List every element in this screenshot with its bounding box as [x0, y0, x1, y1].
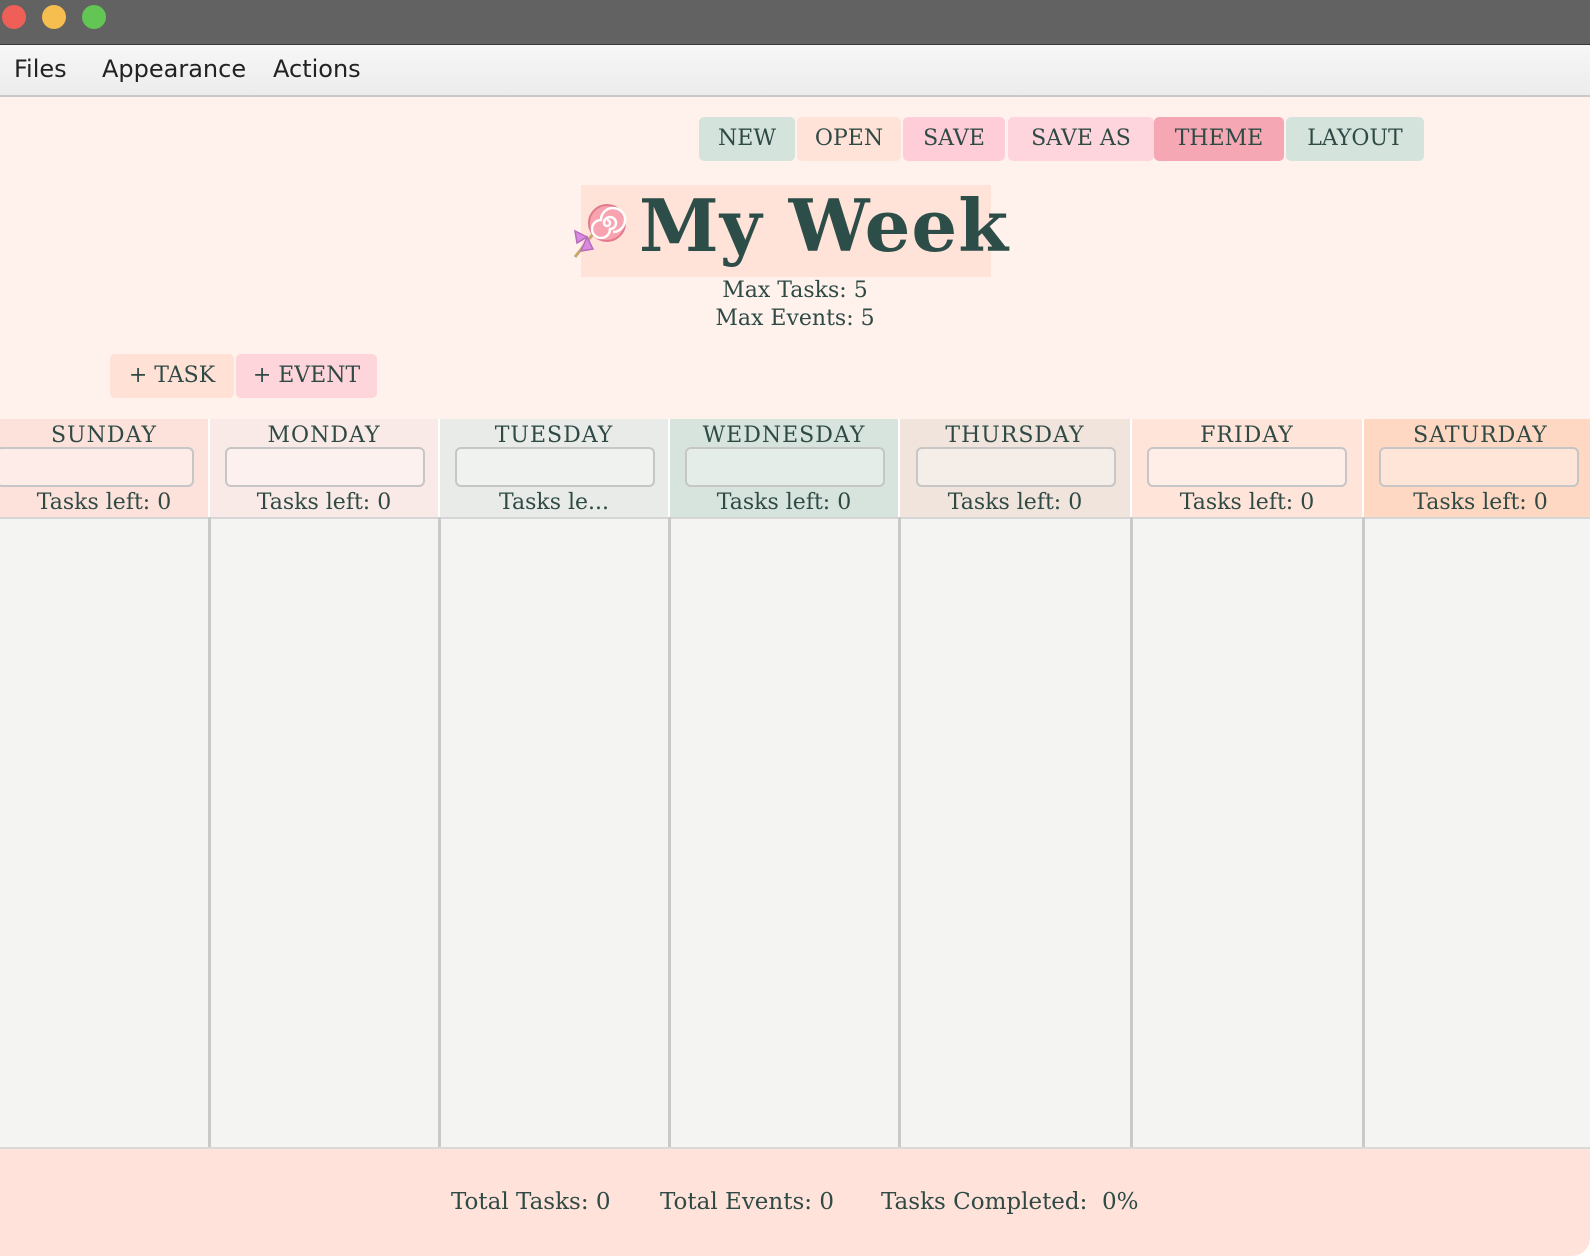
- day-task-input[interactable]: [1147, 447, 1347, 487]
- layout-button[interactable]: LAYOUT: [1286, 117, 1424, 161]
- day-task-input[interactable]: [225, 447, 425, 487]
- save-button[interactable]: SAVE: [903, 117, 1005, 161]
- day-task-input[interactable]: [685, 447, 885, 487]
- add-task-button[interactable]: + TASK: [110, 354, 234, 398]
- tasks-completed-label: Tasks Completed: 0%: [881, 1189, 1139, 1215]
- tasks-left-label: Tasks left: 0: [256, 490, 392, 515]
- day-column-sunday[interactable]: [0, 519, 208, 1147]
- day-header-saturday: SATURDAY Tasks left: 0: [1364, 419, 1590, 519]
- add-event-button[interactable]: + EVENT: [236, 354, 377, 398]
- page-title: My Week: [639, 183, 1010, 268]
- day-name: MONDAY: [267, 423, 381, 448]
- day-name: TUESDAY: [494, 423, 614, 448]
- theme-button[interactable]: THEME: [1154, 117, 1284, 161]
- minimize-window-button[interactable]: [42, 5, 66, 29]
- max-tasks-label: Max Tasks: 5: [722, 278, 868, 303]
- max-events-label: Max Events: 5: [715, 306, 875, 331]
- menu-files[interactable]: Files: [14, 55, 67, 83]
- menu-actions[interactable]: Actions: [273, 55, 361, 83]
- day-name: WEDNESDAY: [702, 423, 866, 448]
- day-header-thursday: THURSDAY Tasks left: 0: [900, 419, 1130, 519]
- total-events-label: Total Events: 0: [660, 1189, 834, 1215]
- tasks-left-label: Tasks left: 0: [947, 490, 1083, 515]
- day-task-input[interactable]: [1379, 447, 1579, 487]
- lollipop-icon: [573, 204, 627, 258]
- day-task-input[interactable]: [0, 447, 194, 487]
- menu-appearance[interactable]: Appearance: [102, 55, 246, 83]
- day-column-saturday[interactable]: [1365, 519, 1590, 1147]
- tasks-left-label: Tasks left: 0: [1413, 490, 1548, 515]
- day-header-sunday: SUNDAY Tasks left: 0: [0, 419, 208, 519]
- day-column-friday[interactable]: [1133, 519, 1362, 1147]
- new-button[interactable]: NEW: [699, 117, 795, 161]
- day-name: THURSDAY: [945, 423, 1085, 448]
- day-header-tuesday: TUESDAY Tasks le...: [440, 419, 668, 519]
- open-button[interactable]: OPEN: [797, 117, 901, 161]
- day-header-friday: FRIDAY Tasks left: 0: [1132, 419, 1362, 519]
- day-column-wednesday[interactable]: [671, 519, 898, 1147]
- tasks-left-label: Tasks left: 0: [36, 490, 172, 515]
- day-task-input[interactable]: [916, 447, 1116, 487]
- day-column-thursday[interactable]: [901, 519, 1130, 1147]
- window-titlebar: [0, 0, 1590, 45]
- title-banner: My Week: [573, 183, 1008, 277]
- header-panel: NEW OPEN SAVE SAVE AS THEME LAYOUT My We…: [0, 97, 1590, 419]
- tasks-left-label: Tasks left: 0: [716, 490, 852, 515]
- day-task-input[interactable]: [455, 447, 655, 487]
- tasks-left-label: Tasks left: 0: [1179, 490, 1315, 515]
- total-tasks-label: Total Tasks: 0: [451, 1189, 611, 1215]
- day-header-wednesday: WEDNESDAY Tasks left: 0: [670, 419, 898, 519]
- day-name: SUNDAY: [50, 423, 158, 448]
- day-name: FRIDAY: [1200, 423, 1294, 448]
- maximize-window-button[interactable]: [82, 5, 106, 29]
- close-window-button[interactable]: [2, 5, 26, 29]
- day-column-tuesday[interactable]: [441, 519, 668, 1147]
- footer-stats-bar: Total Tasks: 0 Total Events: 0 Tasks Com…: [0, 1147, 1590, 1256]
- menu-bar: Files Appearance Actions: [0, 45, 1590, 97]
- save-as-button[interactable]: SAVE AS: [1008, 117, 1154, 161]
- tasks-left-label: Tasks le...: [498, 490, 610, 515]
- day-header-monday: MONDAY Tasks left: 0: [210, 419, 438, 519]
- day-name: SATURDAY: [1413, 423, 1548, 448]
- day-column-monday[interactable]: [211, 519, 438, 1147]
